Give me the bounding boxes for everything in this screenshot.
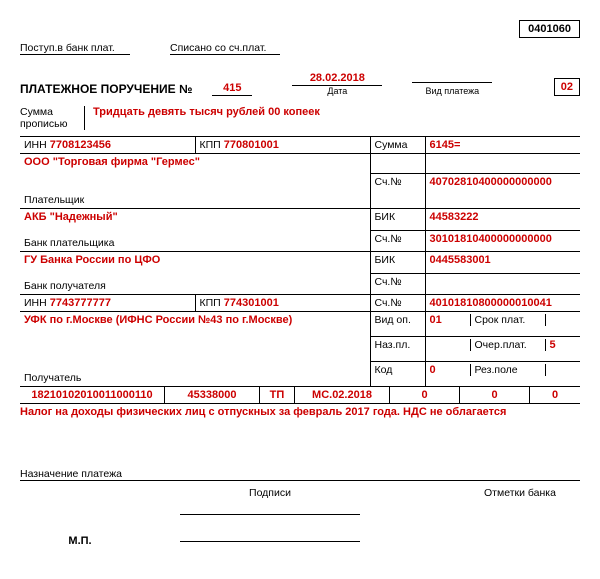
payer-bank-label: Банк плательщика xyxy=(24,237,366,249)
srok-label: Срок плат. xyxy=(471,314,546,326)
bank-marks-label: Отметки банка xyxy=(460,487,580,499)
payee-bank-bik: 0445583001 xyxy=(430,254,491,266)
date-label: Дата xyxy=(292,86,382,96)
doc-date: 28.02.2018 xyxy=(292,72,382,86)
sum-value: 6145= xyxy=(430,139,461,151)
payee-inn: 7743777777 xyxy=(50,297,111,309)
rez-label: Рез.поле xyxy=(471,364,546,376)
payee-bank-acct-label: Сч.№ xyxy=(375,276,402,288)
doc-title: ПЛАТЕЖНОЕ ПОРУЧЕНИЕ № xyxy=(20,82,192,96)
payer-inn: 7708123456 xyxy=(50,139,111,151)
payer-bank-bik: 44583222 xyxy=(430,211,479,223)
mp-label: М.П. xyxy=(20,535,140,547)
payer-inn-label: ИНН xyxy=(24,139,47,151)
form-code: 0401060 xyxy=(519,20,580,38)
payee-acct-label: Сч.№ xyxy=(375,297,402,309)
payee-label: Получатель xyxy=(24,372,366,384)
payer-label: Плательщик xyxy=(24,194,366,206)
vid-op-label: Вид оп. xyxy=(370,312,425,337)
payer-bank-name: АКБ "Надежный" xyxy=(24,211,366,223)
ocher: 5 xyxy=(546,339,556,351)
payer-kpp: 770801001 xyxy=(224,139,279,151)
purpose-label: Назначение платежа xyxy=(20,468,580,481)
amount-words-label: Сумма прописью xyxy=(20,106,85,130)
ocher-label: Очер.плат. xyxy=(471,339,546,351)
tax-doc-date: 0 xyxy=(460,387,530,403)
payee-bank-bik-label: БИК xyxy=(375,254,396,266)
payee-bank-name: ГУ Банка России по ЦФО xyxy=(24,254,366,266)
payer-kpp-label: КПП xyxy=(200,139,221,151)
sum-label: Сумма xyxy=(375,139,408,151)
period: МС.02.2018 xyxy=(295,387,390,403)
payee-inn-label: ИНН xyxy=(24,297,47,309)
basis: ТП xyxy=(260,387,295,403)
kbk: 18210102010011000110 xyxy=(20,387,165,403)
naz-pl-label: Наз.пл. xyxy=(370,337,425,362)
payer-bank-acct-label: Сч.№ xyxy=(375,233,402,245)
tax-type: 0 xyxy=(530,387,580,403)
bank-in-label: Поступ.в банк плат. xyxy=(20,42,130,55)
payer-acct-label: Сч.№ xyxy=(375,176,402,188)
kod: 0 xyxy=(430,364,471,376)
payer-name: ООО "Торговая фирма "Гермес" xyxy=(24,156,366,168)
payer-bank-bik-label: БИК xyxy=(375,211,396,223)
payer-acct: 40702810400000000000 xyxy=(430,176,552,188)
kod-label: Код xyxy=(370,362,425,387)
status-field: 02 xyxy=(554,78,580,96)
payment-type-label: Вид платежа xyxy=(412,86,492,96)
payee-bank-label: Банк получателя xyxy=(24,280,366,292)
vid-op: 01 xyxy=(430,314,471,326)
payer-bank-acct: 30101810400000000000 xyxy=(430,233,552,245)
signatures-label: Подписи xyxy=(180,487,360,499)
tax-doc-no: 0 xyxy=(390,387,460,403)
doc-number: 415 xyxy=(212,82,252,96)
amount-words: Тридцать девять тысяч рублей 00 копеек xyxy=(85,106,320,130)
written-off-label: Списано со сч.плат. xyxy=(170,42,280,55)
payee-acct: 40101810800000010041 xyxy=(430,297,552,309)
payee-kpp: 774301001 xyxy=(224,297,279,309)
payee-name: УФК по г.Москве (ИФНС России №43 по г.Мо… xyxy=(24,314,366,326)
purpose-text: Налог на доходы физических лиц с отпускн… xyxy=(20,404,580,468)
payee-kpp-label: КПП xyxy=(200,297,221,309)
oktmo: 45338000 xyxy=(165,387,260,403)
